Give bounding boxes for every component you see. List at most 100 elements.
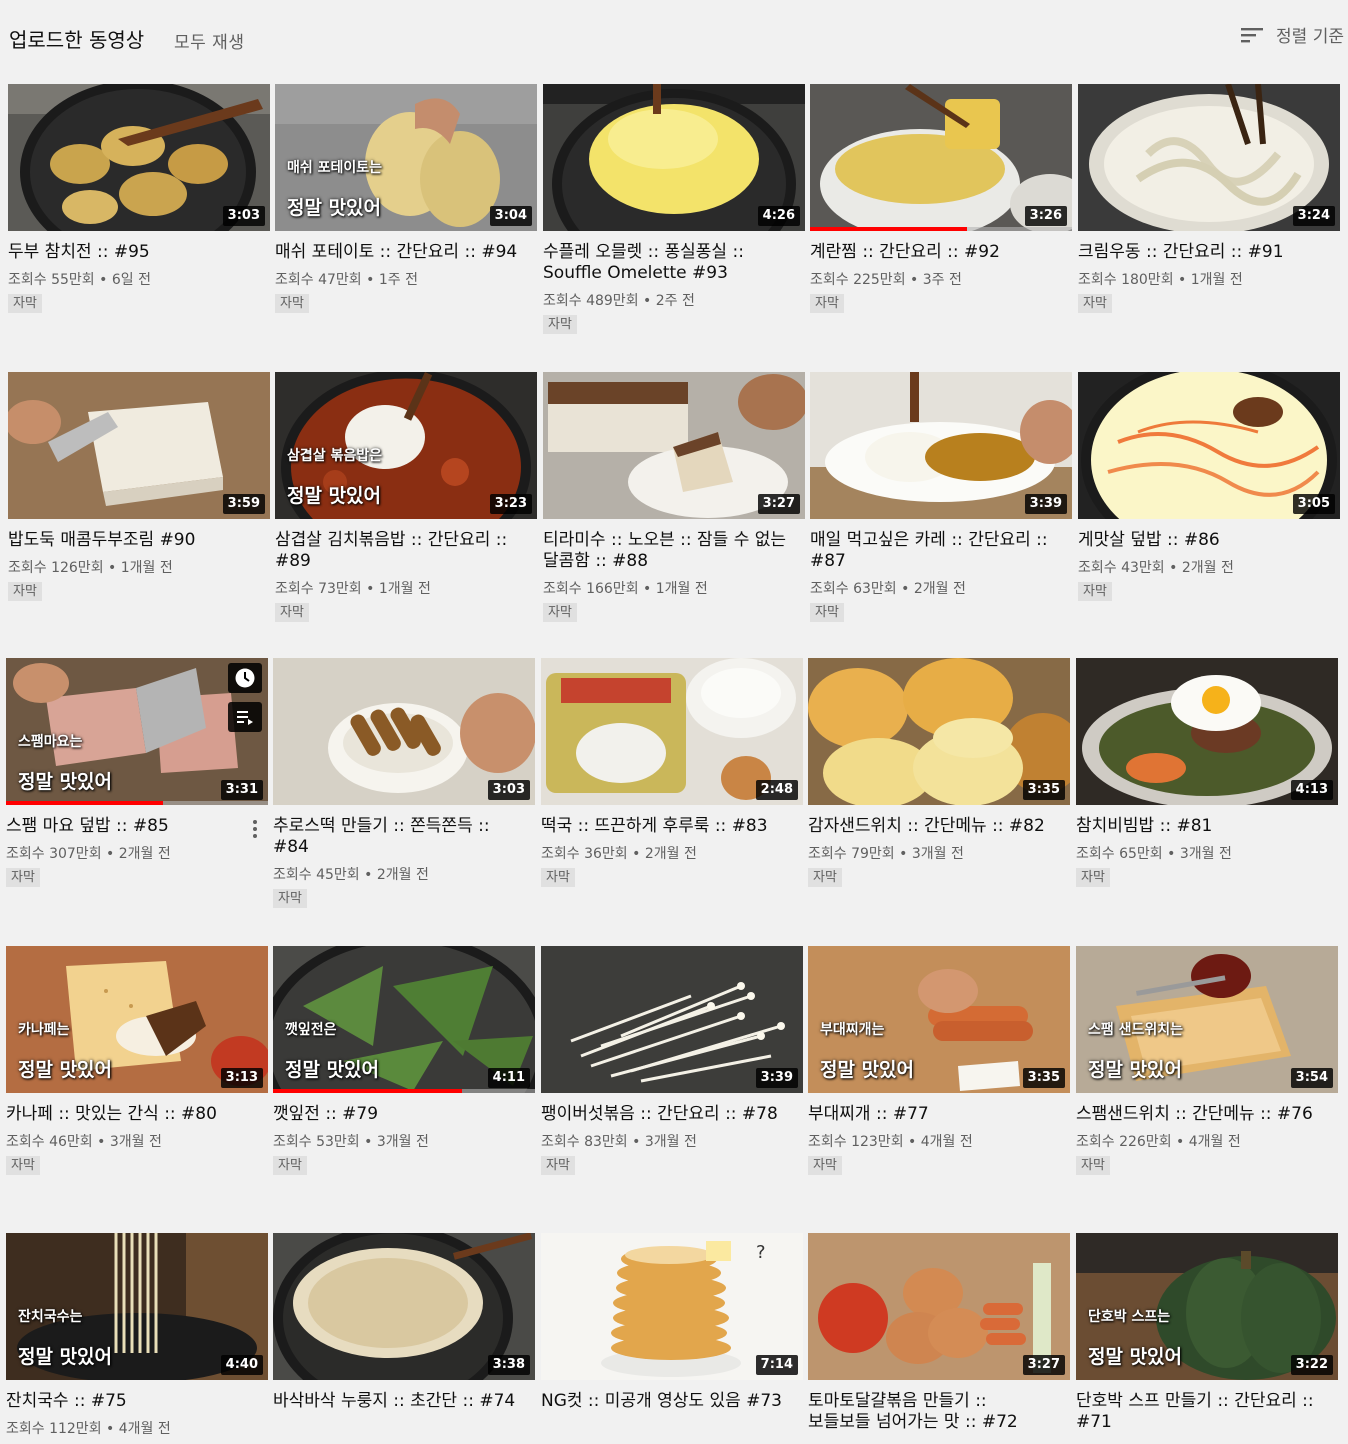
video-title[interactable]: 부대찌개 :: #77 [808,1104,1054,1125]
subtitles-badge: 자막 [273,889,307,908]
upload-age: 6일 전 [111,272,151,288]
video-thumbnail[interactable]: 3:27 [543,372,805,519]
video-thumbnail[interactable]: 4:26 [543,84,805,231]
video-thumbnail[interactable]: 3:59 [8,372,270,519]
meta-separator: • [97,1134,110,1150]
video-info: 깻잎전 :: #79 조회수 53만회 • 3개월 전 자막 [273,1104,535,1175]
video-thumbnail[interactable]: 잔치국수는 정말 맛있어 4:40 [6,1233,268,1380]
subtitles-badge: 자막 [543,315,577,334]
video-title[interactable]: 참치비빔밥 :: #81 [1076,816,1322,837]
video-thumbnail[interactable]: 카나페는 정말 맛있어 3:13 [6,946,268,1093]
video-thumbnail[interactable]: 3:27 [808,1233,1070,1380]
video-title[interactable]: 밥도둑 매콤두부조림 #90 [8,530,254,551]
video-title[interactable]: 계란찜 :: 간단요리 :: #92 [810,242,1056,263]
video-thumbnail[interactable]: 3:26 [810,84,1072,231]
meta-separator: • [1169,560,1182,576]
video-meta: 조회수 123만회 • 4개월 전 [808,1133,1070,1151]
video-thumbnail[interactable]: 2:48 [541,658,803,805]
video-duration: 3:54 [1290,1068,1333,1088]
view-count: 조회수 166만회 [543,581,639,597]
video-thumbnail[interactable]: 깻잎전은 정말 맛있어 4:11 [273,946,535,1093]
video-title[interactable]: 게맛살 덮밥 :: #86 [1078,530,1324,551]
upload-age: 1개월 전 [655,581,708,597]
video-thumbnail[interactable]: 부대찌개는 정말 맛있어 3:35 [808,946,1070,1093]
meta-separator: • [99,272,112,288]
video-thumbnail[interactable]: 3:39 [541,946,803,1093]
thumbnail-caption-1: 깻잎전은 [285,1022,337,1038]
video-title[interactable]: 잔치국수 :: #75 [6,1391,252,1412]
view-count: 조회수 123만회 [808,1134,904,1150]
video-title[interactable]: 카나페 :: 맛있는 간식 :: #80 [6,1104,252,1125]
video-title[interactable]: 수플레 오믈렛 :: 퐁실퐁실 :: Souffle Omelette #93 [543,242,789,284]
meta-separator: • [106,1421,119,1437]
subtitles-badge: 자막 [275,603,309,622]
video-thumbnail[interactable]: 3:03 [273,658,535,805]
add-to-queue-button[interactable] [228,702,262,732]
subtitles-badge: 자막 [808,1156,842,1175]
more-actions-icon[interactable] [252,818,258,840]
video-thumbnail[interactable]: 3:38 [273,1233,535,1380]
video-title[interactable]: 매일 먹고싶은 카레 :: 간단요리 :: #87 [810,530,1056,572]
video-title[interactable]: 크림우동 :: 간단요리 :: #91 [1078,242,1324,263]
meta-separator: • [901,581,914,597]
video-thumbnail[interactable]: 4:13 [1076,658,1338,805]
video-duration: 3:05 [1292,494,1335,514]
watch-progress-bar [810,227,968,231]
video-thumbnail[interactable]: 매쉬 포테이토는 정말 맛있어 3:04 [275,84,537,231]
subtitles-badge: 자막 [541,868,575,887]
upload-age: 3주 전 [922,272,962,288]
video-duration: 3:27 [757,494,800,514]
video-thumbnail[interactable]: 3:39 [810,372,1072,519]
video-title[interactable]: 바삭바삭 누룽지 :: 초간단 :: #74 [273,1391,519,1412]
thumbnail-caption-1: 매쉬 포테이토는 [287,160,383,176]
video-title[interactable]: 단호박 스프 만들기 :: 간단요리 :: #71 [1076,1391,1322,1433]
video-title[interactable]: 매쉬 포테이토 :: 간단요리 :: #94 [275,242,521,263]
video-thumbnail[interactable]: 3:03 [8,84,270,231]
video-thumbnail[interactable]: 단호박 스프는 정말 맛있어 3:22 [1076,1233,1338,1380]
video-title[interactable]: 스팸샌드위치 :: 간단메뉴 :: #76 [1076,1104,1322,1125]
view-count: 조회수 36만회 [541,846,628,862]
video-title[interactable]: 깻잎전 :: #79 [273,1104,519,1125]
video-duration: 3:35 [1022,780,1065,800]
video-duration: 3:35 [1022,1068,1065,1088]
video-title[interactable]: 떡국 :: 뜨끈하게 후루룩 :: #83 [541,816,787,837]
view-count: 조회수 63만회 [810,581,897,597]
video-title[interactable]: 스팸 마요 덮밥 :: #85 [6,816,252,837]
view-count: 조회수 226만회 [1076,1134,1172,1150]
video-meta: 조회수 45만회 • 2개월 전 [273,866,535,884]
subtitles-badge: 자막 [6,868,40,887]
upload-age: 2개월 전 [376,867,429,883]
view-count: 조회수 307만회 [6,846,102,862]
video-meta: 조회수 83만회 • 3개월 전 [541,1133,803,1151]
video-meta: 조회수 166만회 • 1개월 전 [543,580,805,598]
video-thumbnail[interactable]: ? 7:14 [541,1233,803,1380]
video-title[interactable]: 두부 참치전 :: #95 [8,242,254,263]
meta-separator: • [1178,272,1191,288]
video-thumbnail[interactable]: 삼겹살 볶음밥은 정말 맛있어 3:23 [275,372,537,519]
video-thumbnail[interactable]: 3:05 [1078,372,1340,519]
video-title[interactable]: 팽이버섯볶음 :: 간단요리 :: #78 [541,1104,787,1125]
video-thumbnail[interactable]: 스팸 샌드위치는 정말 맛있어 3:54 [1076,946,1338,1093]
video-thumbnail[interactable]: 스팸마요는 정말 맛있어 3:31 [6,658,268,805]
video-title[interactable]: 티라미수 :: 노오븐 :: 잠들 수 없는 달콤함 :: #88 [543,530,789,572]
sort-label: 정렬 기준 [1276,27,1344,47]
subtitles-badge: 자막 [8,582,42,601]
video-duration: 4:26 [757,206,800,226]
subtitles-badge: 자막 [541,1156,575,1175]
video-title[interactable]: 추로스떡 만들기 :: 쫀득쫀득 :: #84 [273,816,519,858]
thumbnail-caption-1: 삼겹살 볶음밥은 [287,448,383,464]
video-info: 바삭바삭 누룽지 :: 초간단 :: #74 [273,1391,535,1412]
video-thumbnail[interactable]: 3:24 [1078,84,1340,231]
view-count: 조회수 489만회 [543,293,639,309]
video-title[interactable]: NG컷 :: 미공개 영상도 있음 #73 [541,1391,787,1412]
video-title[interactable]: 삼겹살 김치볶음밥 :: 간단요리 :: #89 [275,530,521,572]
play-all-button[interactable]: 모두 재생 [174,28,244,53]
thumbnail-caption-2: 정말 맛있어 [285,1059,380,1081]
video-info: 카나페 :: 맛있는 간식 :: #80 조회수 46만회 • 3개월 전 자막 [6,1104,268,1175]
video-thumbnail[interactable]: 3:35 [808,658,1070,805]
sort-button[interactable]: 정렬 기준 [1240,22,1344,47]
video-title[interactable]: 감자샌드위치 :: 간단메뉴 :: #82 [808,816,1054,837]
video-info: 계란찜 :: 간단요리 :: #92 조회수 225만회 • 3주 전 자막 [810,242,1072,313]
watch-later-button[interactable] [228,663,262,693]
video-title[interactable]: 토마토달걀볶음 만들기 :: 보들보들 넘어가는 맛 :: #72 [808,1391,1054,1433]
